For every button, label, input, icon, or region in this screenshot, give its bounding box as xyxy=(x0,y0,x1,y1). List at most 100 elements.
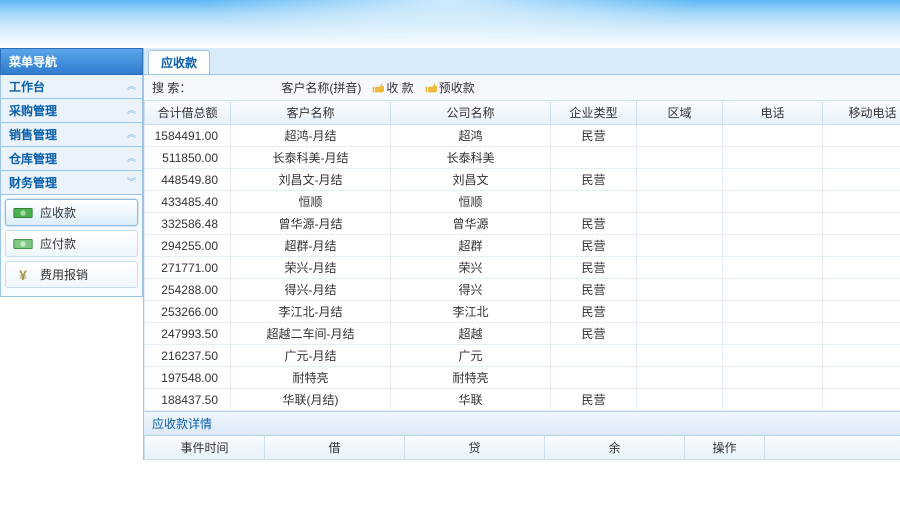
detail-grid: 事件时间 借 贷 余 操作 xyxy=(144,436,900,460)
main-grid-wrap: 合计借总额 客户名称 公司名称 企业类型 区域 电话 移动电话 信用额度 158… xyxy=(144,101,900,411)
sub-item-receivable[interactable]: 应收款 xyxy=(5,199,138,226)
table-row[interactable]: 1584491.00超鸿-月结超鸿民营2000000 xyxy=(145,125,900,147)
cell-mobile xyxy=(823,345,900,367)
col-customer[interactable]: 客户名称 xyxy=(231,101,391,125)
cell-phone xyxy=(723,125,823,147)
cell-total: 254288.00 xyxy=(145,279,231,301)
table-row[interactable]: 448549.80刘昌文-月结刘昌文民营500000 xyxy=(145,169,900,191)
col-area[interactable]: 区域 xyxy=(637,101,723,125)
tab-bar: 应收款 xyxy=(144,48,900,75)
nav-group-workbench[interactable]: 工作台 ︽ xyxy=(0,75,143,99)
table-row[interactable]: 216237.50广元-月结广元500000 xyxy=(145,345,900,367)
dcol-balance[interactable]: 余 xyxy=(545,436,685,460)
cell-mobile xyxy=(823,169,900,191)
cell-mobile xyxy=(823,323,900,345)
cell-area xyxy=(637,323,723,345)
dcol-credit[interactable]: 贷 xyxy=(405,436,545,460)
dcol-debit[interactable]: 借 xyxy=(265,436,405,460)
cell-type: 民营 xyxy=(551,301,637,323)
cell-area xyxy=(637,367,723,389)
table-row[interactable]: 433485.40恒顺恒顺1000000 xyxy=(145,191,900,213)
cell-customer: 李江北-月结 xyxy=(231,301,391,323)
cell-total: 247993.50 xyxy=(145,323,231,345)
nav-group-label: 采购管理 xyxy=(9,102,57,119)
dcol-spacer xyxy=(765,436,900,460)
nav-group-purchase[interactable]: 采购管理 ︽ xyxy=(0,99,143,123)
cell-mobile xyxy=(823,367,900,389)
chevron-collapse-icon: ︽ xyxy=(127,130,134,139)
cell-customer: 曾华源-月结 xyxy=(231,213,391,235)
cell-type xyxy=(551,147,637,169)
sub-item-payable[interactable]: 应付款 xyxy=(5,230,138,257)
nav-group-sales[interactable]: 销售管理 ︽ xyxy=(0,123,143,147)
payable-icon xyxy=(12,236,34,252)
cell-total: 216237.50 xyxy=(145,345,231,367)
receivable-icon xyxy=(12,205,34,221)
table-row[interactable]: 332586.48曾华源-月结曾华源民营500000 xyxy=(145,213,900,235)
table-row[interactable]: 254288.00得兴-月结得兴民营5000000 xyxy=(145,279,900,301)
table-row[interactable]: 247993.50超越二车间-月结超越民营500000 xyxy=(145,323,900,345)
search-bar: 搜 索： 客户名称(拼音) 收 款 预收款 xyxy=(144,75,900,101)
cell-area xyxy=(637,279,723,301)
cell-phone xyxy=(723,235,823,257)
cell-total: 433485.40 xyxy=(145,191,231,213)
col-phone[interactable]: 电话 xyxy=(723,101,823,125)
cell-total: 188437.50 xyxy=(145,389,231,411)
cell-type: 民营 xyxy=(551,235,637,257)
chevron-collapse-icon: ︽ xyxy=(127,154,134,163)
cell-area xyxy=(637,301,723,323)
cell-customer: 恒顺 xyxy=(231,191,391,213)
receive-payment-button[interactable]: 收 款 xyxy=(371,79,413,96)
sub-item-label: 应付款 xyxy=(40,235,76,252)
cell-customer: 刘昌文-月结 xyxy=(231,169,391,191)
cell-company: 耐特亮 xyxy=(391,367,551,389)
dcol-action[interactable]: 操作 xyxy=(685,436,765,460)
cell-type: 民营 xyxy=(551,213,637,235)
col-total-amount[interactable]: 合计借总额 xyxy=(145,101,231,125)
table-row[interactable]: 188437.50华联(月结)华联民营500000 xyxy=(145,389,900,411)
cell-total: 1584491.00 xyxy=(145,125,231,147)
prepay-button[interactable]: 预收款 xyxy=(424,79,475,96)
cell-company: 刘昌文 xyxy=(391,169,551,191)
col-mobile[interactable]: 移动电话 xyxy=(823,101,900,125)
cell-total: 271771.00 xyxy=(145,257,231,279)
cell-customer: 长泰科美-月结 xyxy=(231,147,391,169)
nav-group-warehouse[interactable]: 仓库管理 ︽ xyxy=(0,147,143,171)
table-row[interactable]: 271771.00荣兴-月结荣兴民营500000 xyxy=(145,257,900,279)
cell-type: 民营 xyxy=(551,169,637,191)
cell-area xyxy=(637,191,723,213)
cell-company: 长泰科美 xyxy=(391,147,551,169)
cell-customer: 广元-月结 xyxy=(231,345,391,367)
table-row[interactable]: 197548.00耐特亮耐特亮500000 xyxy=(145,367,900,389)
cell-mobile xyxy=(823,213,900,235)
receive-payment-label: 收 款 xyxy=(386,79,413,96)
nav-group-finance[interactable]: 财务管理 ︾ xyxy=(0,171,143,195)
cell-type: 民营 xyxy=(551,125,637,147)
sub-item-expense[interactable]: ¥ 费用报销 xyxy=(5,261,138,288)
cell-area xyxy=(637,389,723,411)
cell-mobile xyxy=(823,191,900,213)
cell-mobile xyxy=(823,147,900,169)
cell-customer: 得兴-月结 xyxy=(231,279,391,301)
cell-total: 294255.00 xyxy=(145,235,231,257)
table-row[interactable]: 511850.00长泰科美-月结长泰科美500000 xyxy=(145,147,900,169)
cell-mobile xyxy=(823,301,900,323)
content-area: 应收款 搜 索： 客户名称(拼音) 收 款 预收款 xyxy=(143,48,900,460)
receivable-grid: 合计借总额 客户名称 公司名称 企业类型 区域 电话 移动电话 信用额度 158… xyxy=(144,101,900,411)
cell-customer: 荣兴-月结 xyxy=(231,257,391,279)
sub-item-label: 费用报销 xyxy=(40,266,88,283)
sidebar: 菜单导航 工作台 ︽ 采购管理 ︽ 销售管理 ︽ 仓库管理 ︽ 财务管理 ︾ xyxy=(0,48,143,460)
cell-company: 超鸿 xyxy=(391,125,551,147)
thumbs-up-icon xyxy=(424,81,437,94)
tab-receivable[interactable]: 应收款 xyxy=(148,50,210,74)
col-company[interactable]: 公司名称 xyxy=(391,101,551,125)
col-ent-type[interactable]: 企业类型 xyxy=(551,101,637,125)
header-banner xyxy=(0,0,900,48)
cell-mobile xyxy=(823,235,900,257)
cell-type: 民营 xyxy=(551,257,637,279)
table-row[interactable]: 294255.00超群-月结超群民营500000 xyxy=(145,235,900,257)
dcol-time[interactable]: 事件时间 xyxy=(145,436,265,460)
cell-total: 448549.80 xyxy=(145,169,231,191)
nav-group-label: 工作台 xyxy=(9,78,45,95)
table-row[interactable]: 253266.00李江北-月结李江北民营500000 xyxy=(145,301,900,323)
